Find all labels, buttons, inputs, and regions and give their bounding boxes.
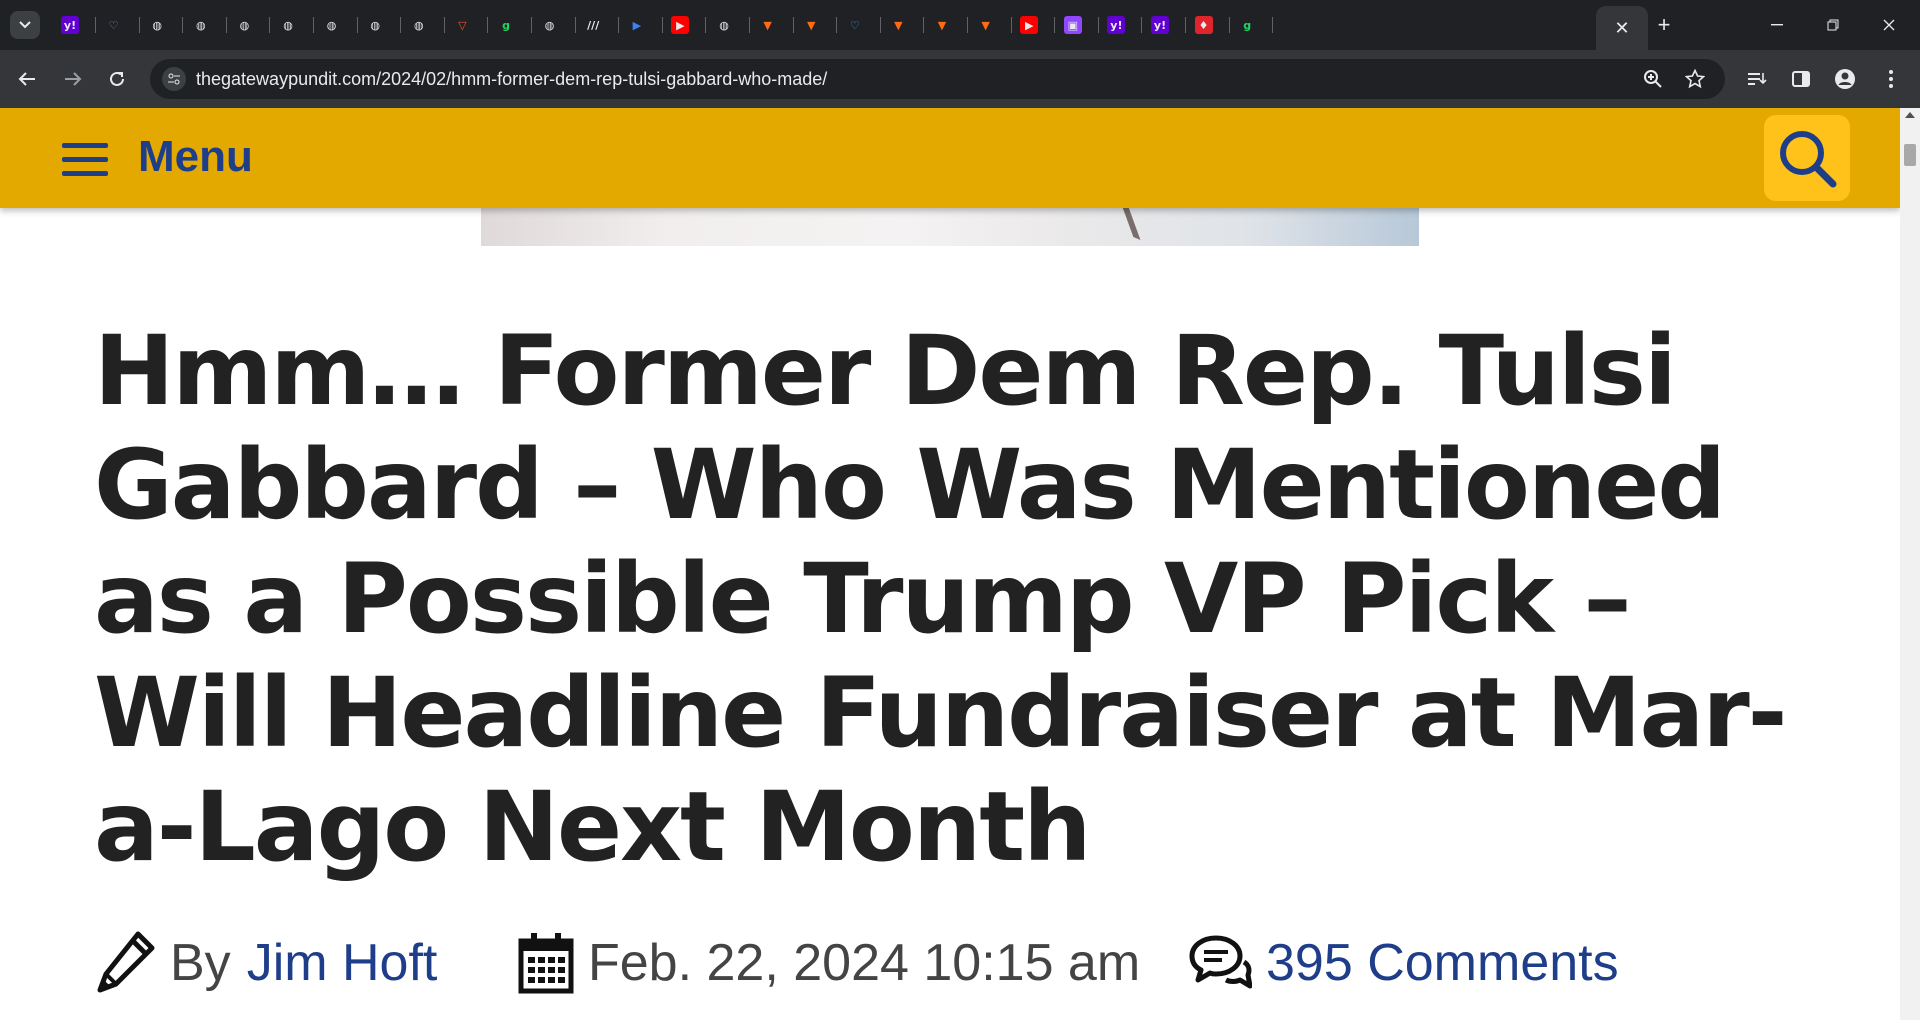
scroll-up-arrow-icon[interactable] [1905,112,1915,118]
slash-logo-icon: /// [584,16,603,34]
restore-icon [1827,19,1839,31]
kebab-menu-icon[interactable] [1876,64,1906,94]
minimize-button[interactable] [1754,10,1800,40]
back-arrow-icon [18,72,35,86]
globe-icon: ◍ [715,16,733,34]
shield-heart-icon: ♡ [104,16,123,34]
globe-icon: ◍ [540,16,559,34]
close-icon [1883,19,1895,31]
byline-prefix: By [170,934,231,992]
forward-button[interactable] [58,64,88,94]
globe-icon: ◍ [366,16,385,34]
bookmark-orange-icon: ▼ [802,16,821,34]
site-header: Menu [0,108,1900,208]
new-tab-button[interactable]: + [1650,11,1678,39]
url-text[interactable]: thegatewaypundit.com/2024/02/hmm-former-… [196,69,827,90]
chevron-down-icon [19,21,31,29]
site-search-button[interactable] [1764,115,1850,201]
page-scrollbar[interactable] [1900,108,1920,1020]
brave-shield-icon: ▽ [453,16,472,34]
featured-image [481,208,1419,246]
youtube-icon: ▶ [671,16,690,34]
yahoo-icon: y! [1107,16,1126,34]
calendar-icon [518,933,574,994]
blue-arrow-icon: ▶ [627,16,646,34]
comments[interactable]: 395 Comments [1188,928,1619,998]
comments-icon [1189,935,1252,989]
zoom-icon[interactable] [1640,66,1666,92]
reload-icon [110,71,124,86]
profile-avatar-icon[interactable] [1830,64,1860,94]
author-link[interactable]: Jim Hoft [247,933,438,993]
browser-tab[interactable]: g [1221,8,1274,42]
scroll-thumb[interactable] [1904,144,1916,166]
close-window-button[interactable] [1866,10,1912,40]
close-tab-icon[interactable]: ✕ [1614,18,1629,39]
yahoo-icon: y! [1151,16,1169,34]
pencil-icon [97,931,155,993]
bookmark-orange-icon: ▼ [758,16,777,34]
bookmark-star-icon[interactable] [1682,66,1708,92]
tab-search-button[interactable] [10,11,40,39]
globe-icon: ◍ [191,16,210,34]
reload-button[interactable] [102,64,132,94]
article-headline: Hmm… Former Dem Rep. Tulsi Gabbard – Who… [94,315,1788,883]
shield-heart-icon: ♡ [845,16,864,34]
side-panel-icon[interactable] [1786,64,1816,94]
active-tab[interactable]: ✕ [1596,6,1648,50]
byline: By Jim Hoft [94,928,437,998]
menu-label[interactable]: Menu [138,132,253,182]
search-icon [1780,131,1837,188]
site-info-icon[interactable] [162,67,186,91]
browser-toolbar: thegatewaypundit.com/2024/02/hmm-former-… [0,50,1920,108]
bookmark-orange-icon: ▼ [976,16,995,34]
date-text: Feb. 22, 2024 10:15 am [588,934,1141,992]
globe-icon: ◍ [409,16,428,34]
publish-date: Feb. 22, 2024 10:15 am [518,928,1140,998]
bookmark-orange-icon: ▼ [933,16,951,34]
globe-icon: ◍ [322,16,341,34]
reading-list-icon[interactable] [1742,64,1772,94]
red-pin-icon: ♦ [1194,16,1213,34]
twitch-icon: ▣ [1063,16,1082,34]
comments-link[interactable]: 395 Comments [1266,933,1619,993]
youtube-icon: ▶ [1020,16,1039,34]
hamburger-menu-icon[interactable] [62,141,110,179]
green-g-icon: g [1238,16,1257,34]
page-viewport: Menu Hmm… Former Dem Rep. Tulsi Gabbard … [0,108,1900,1020]
back-button[interactable] [12,64,42,94]
minimize-icon [1771,24,1783,26]
green-g-icon: g [497,16,515,34]
globe-icon: ◍ [148,16,167,34]
tab-strip: y! ♡ ◍ ◍ ◍ ◍ ◍ ◍ ◍ ▽ g ◍ /// ▶ ▶ ◍ ▼ ▼ ♡ ▼ ▼ ▼ ▶ ▣ y! y! ♦ g ✕ + [0,0,1920,50]
restore-button[interactable] [1810,10,1856,40]
globe-icon: ◍ [235,16,254,34]
yahoo-icon: y! [61,16,79,34]
article-meta: By Jim Hoft Feb. 22, 2024 10:15 am 395 C… [94,928,1874,998]
globe-icon: ◍ [279,16,297,34]
forward-arrow-icon [65,72,82,86]
address-bar[interactable]: thegatewaypundit.com/2024/02/hmm-former-… [150,59,1725,99]
bookmark-orange-icon: ▼ [889,16,908,34]
